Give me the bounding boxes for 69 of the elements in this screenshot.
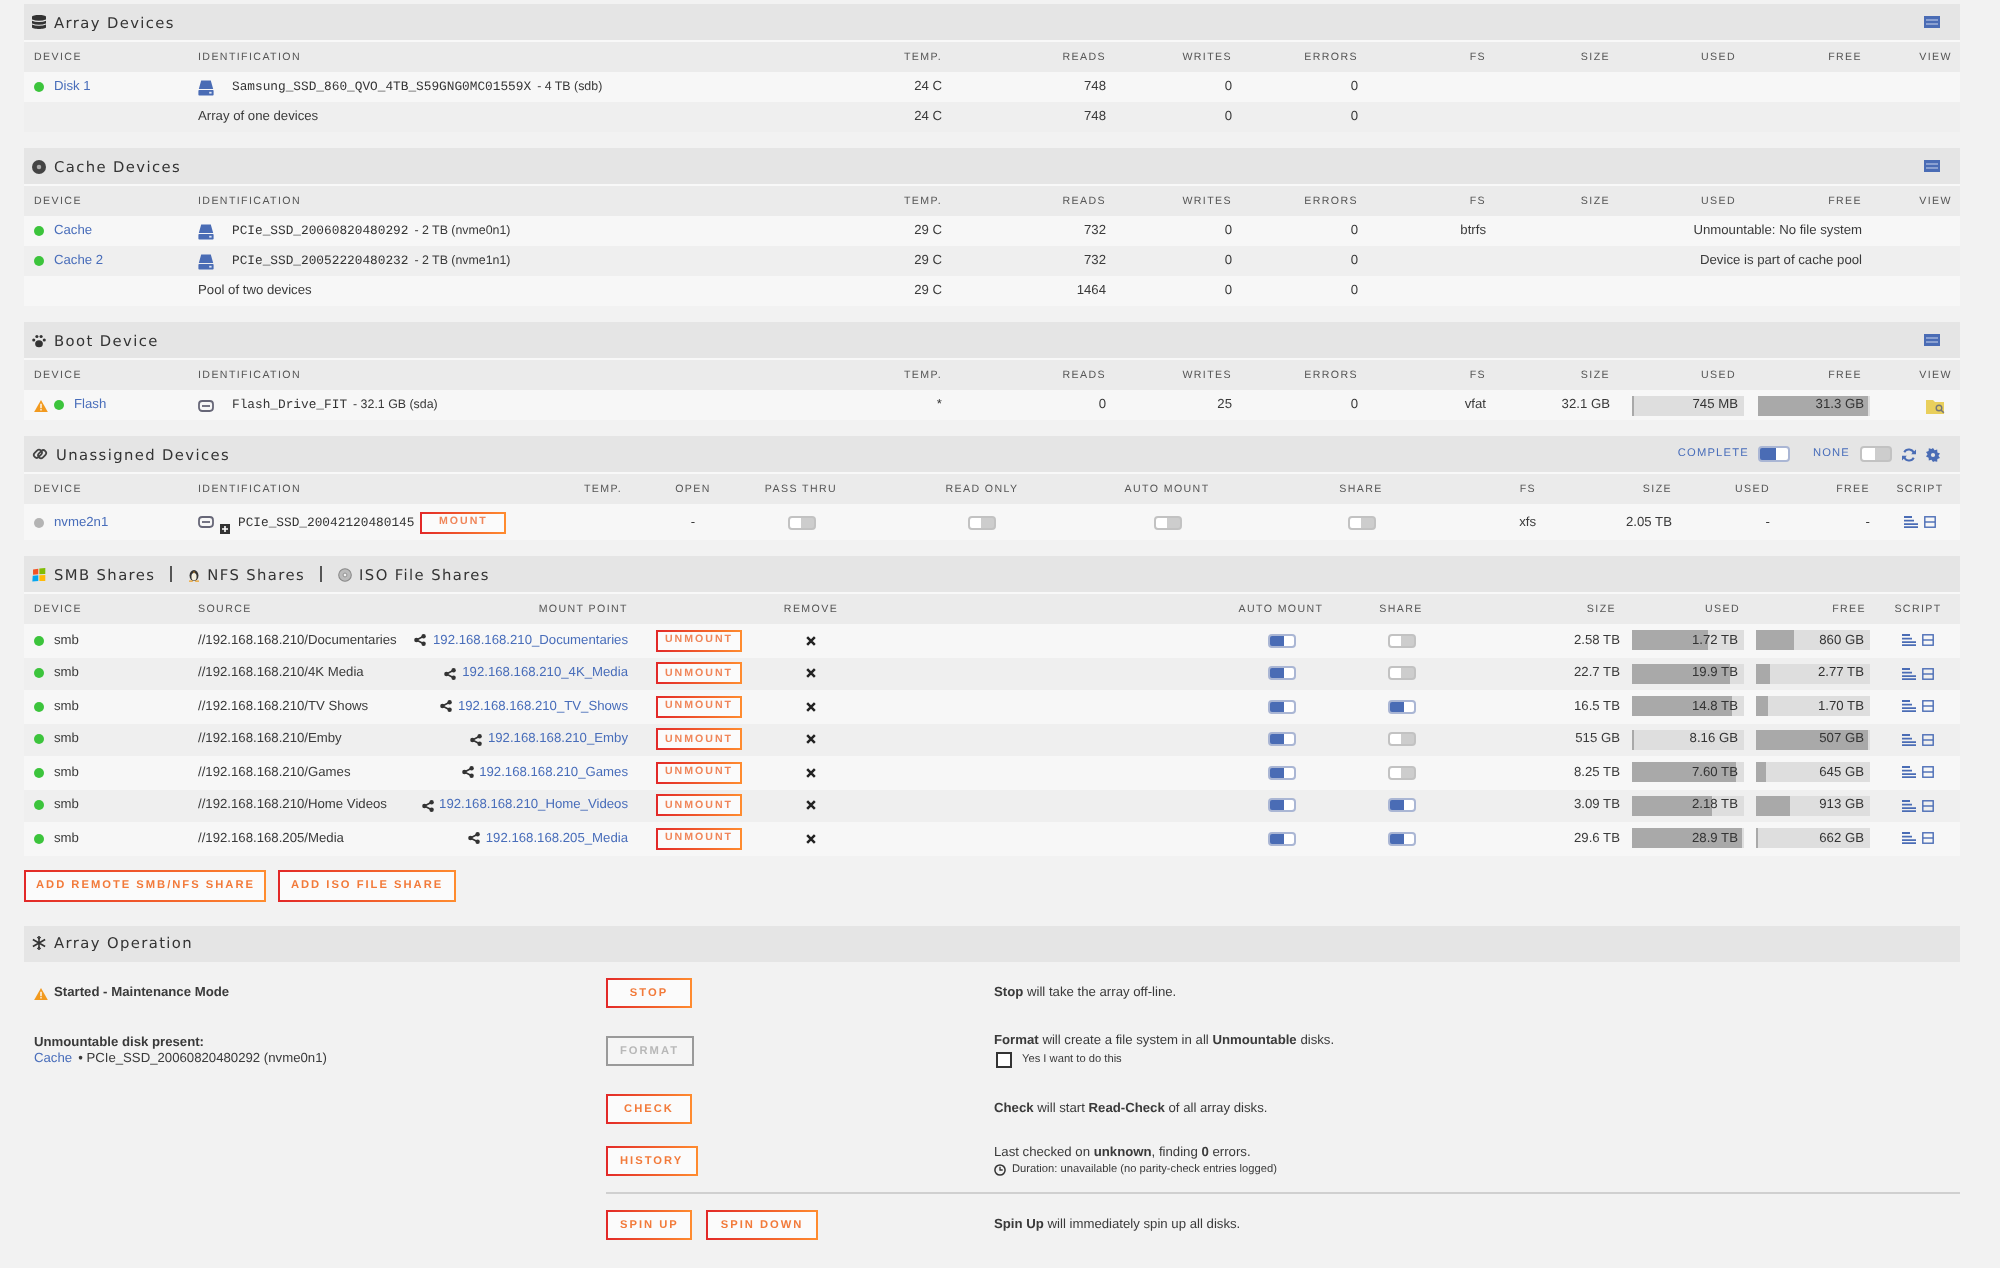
drive-icon [198, 253, 214, 269]
plus-box-icon[interactable] [220, 524, 230, 534]
clock-icon [994, 1164, 1006, 1176]
window-icon[interactable] [1922, 799, 1934, 812]
share-icon [439, 700, 452, 713]
flag-icon [32, 567, 46, 581]
window-icon[interactable] [1924, 516, 1936, 528]
toggle-switch[interactable] [1387, 666, 1415, 681]
drive-icon [198, 514, 214, 530]
toggle-switch[interactable] [1758, 446, 1791, 462]
toggle-switch[interactable] [1387, 765, 1415, 780]
share-icon [467, 832, 480, 845]
list-icon[interactable] [1904, 516, 1918, 528]
cross-icon[interactable] [806, 800, 816, 811]
list-icon[interactable] [1902, 766, 1916, 779]
toggle-switch[interactable] [1267, 699, 1295, 714]
toggle-switch[interactable] [1267, 798, 1295, 813]
share-icon [469, 733, 482, 746]
cross-icon[interactable] [806, 833, 816, 844]
snowflake-icon [32, 936, 46, 950]
list-icon[interactable] [1902, 667, 1916, 680]
drive-icon [198, 79, 214, 95]
list-icon[interactable] [1902, 700, 1916, 713]
window-icon[interactable] [1922, 766, 1934, 779]
toggle-switch[interactable] [968, 515, 996, 529]
cross-icon[interactable] [806, 635, 816, 646]
penguin-icon [187, 567, 200, 581]
toggle-switch[interactable] [1387, 798, 1415, 813]
toggle-switch[interactable] [1387, 699, 1415, 714]
disc-icon [337, 567, 352, 581]
cross-icon[interactable] [806, 734, 816, 745]
toggle-switch[interactable] [1267, 765, 1295, 780]
toggle-switch[interactable] [787, 515, 815, 529]
window-icon[interactable] [1922, 733, 1934, 746]
list-icon[interactable] [1902, 799, 1916, 812]
checkbox[interactable] [996, 1052, 1012, 1068]
toggle-switch[interactable] [1267, 732, 1295, 747]
cross-icon[interactable] [806, 668, 816, 679]
refresh-icon[interactable] [1902, 447, 1916, 461]
share-icon [421, 799, 434, 812]
toggle-switch[interactable] [1267, 666, 1295, 681]
list-icon[interactable] [1902, 733, 1916, 746]
toggle-switch[interactable] [1267, 633, 1295, 648]
toggle-switch[interactable] [1153, 515, 1181, 529]
window-icon[interactable] [1922, 832, 1934, 845]
cross-icon[interactable] [806, 701, 816, 712]
link-icon [32, 446, 48, 462]
share-icon [461, 766, 474, 779]
folder-icon[interactable] [1926, 397, 1946, 413]
window-icon[interactable] [1922, 700, 1934, 713]
list-icon[interactable] [1902, 634, 1916, 647]
toggle-switch[interactable] [1347, 515, 1375, 529]
toggle-switch[interactable] [1387, 831, 1415, 846]
cross-icon[interactable] [806, 767, 816, 778]
window-icon[interactable] [1922, 634, 1934, 647]
paw-icon [32, 333, 46, 347]
share-icon [444, 667, 457, 680]
window-icon[interactable] [1922, 667, 1934, 680]
database-icon [32, 14, 46, 30]
list-icon[interactable] [1902, 832, 1916, 845]
toggle-switch[interactable] [1387, 732, 1415, 747]
disc-icon [32, 159, 46, 173]
settings-icon[interactable] [1926, 447, 1940, 461]
toggle-switch[interactable] [1267, 831, 1295, 846]
drive-icon [198, 223, 214, 239]
drive-icon [198, 397, 214, 413]
share-icon [414, 634, 427, 647]
toggle-switch[interactable] [1860, 446, 1892, 462]
toggle-switch[interactable] [1387, 633, 1415, 648]
